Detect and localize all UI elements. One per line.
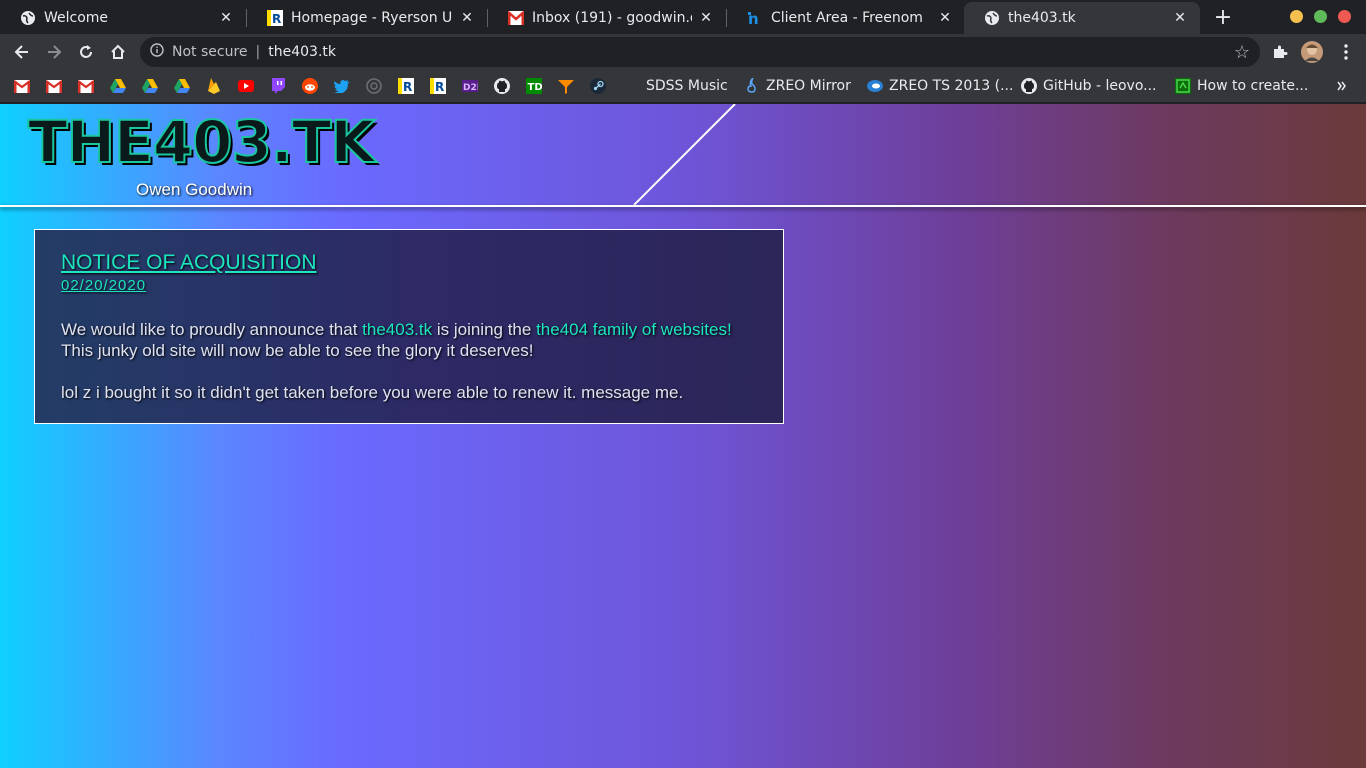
info-icon[interactable]	[150, 43, 164, 61]
post-paragraph: lol z i bought it so it didn't get taken…	[61, 383, 684, 402]
gmail-icon	[508, 10, 524, 26]
youtube-icon[interactable]	[238, 78, 254, 94]
teamspeak-icon	[867, 78, 883, 94]
post-text: is joining the	[432, 320, 537, 339]
bookmark-label: ZREO TS 2013 (...	[889, 78, 1014, 94]
close-icon[interactable]: ✕	[1172, 10, 1188, 26]
close-icon[interactable]: ✕	[698, 10, 714, 26]
gmail-icon[interactable]	[46, 78, 62, 94]
url-text[interactable]: the403.tk	[268, 44, 336, 60]
tab-title: Homepage - Ryerson Un	[291, 10, 453, 26]
the404-family-link[interactable]: the404 family of websites!	[536, 320, 732, 339]
bookmark-zreo-mirror[interactable]: ZREO Mirror	[744, 76, 851, 96]
post-paragraph: We would like to proudly announce that t…	[61, 319, 757, 361]
bookmark-github[interactable]: GitHub - leovo...	[1021, 76, 1157, 96]
d2l-icon[interactable]: D2L	[462, 78, 478, 94]
tab-gmail[interactable]: Inbox (191) - goodwin.owe ✕	[488, 2, 726, 34]
security-status[interactable]: Not secure	[172, 44, 248, 60]
ryerson-icon[interactable]: R	[398, 78, 414, 94]
bookmark-label: How to create...	[1197, 78, 1309, 94]
tab-title: Welcome	[44, 10, 109, 26]
address-bar[interactable]: Not secure | the403.tk ☆	[140, 37, 1260, 67]
home-button[interactable]	[106, 40, 130, 64]
tab-ryerson[interactable]: R Homepage - Ryerson Un ✕	[247, 2, 487, 34]
tab-strip: Welcome ✕ R Homepage - Ryerson Un ✕ Inbo…	[0, 0, 1366, 34]
post-text: We would like to proudly announce that	[61, 320, 363, 339]
steam-icon[interactable]	[590, 78, 606, 94]
minimize-button[interactable]	[1290, 10, 1303, 23]
back-button[interactable]	[10, 40, 34, 64]
drive-icon[interactable]	[110, 78, 126, 94]
header-divider	[0, 205, 1366, 207]
tab-title: Client Area - Freenom	[771, 10, 923, 26]
github-icon	[1021, 78, 1037, 94]
close-icon[interactable]: ✕	[937, 10, 953, 26]
freenom-icon: n	[747, 10, 763, 26]
svg-text:D2L: D2L	[463, 83, 478, 92]
close-window-button[interactable]	[1338, 10, 1351, 23]
github-icon[interactable]	[494, 78, 510, 94]
music-icon	[744, 78, 760, 94]
tab-title: the403.tk	[1008, 10, 1076, 26]
site-author: Owen Goodwin	[136, 180, 253, 199]
td-icon[interactable]: TD	[526, 78, 542, 94]
post-text: This junky old site will now be able to …	[61, 341, 534, 360]
svg-text:TD: TD	[528, 82, 543, 93]
bookmark-label: SDSS Music	[646, 78, 728, 94]
tab-welcome[interactable]: Welcome ✕	[0, 2, 246, 34]
bookmark-how-to-create[interactable]: How to create...	[1175, 76, 1308, 96]
tab-the403[interactable]: the403.tk ✕	[964, 2, 1200, 34]
profile-avatar[interactable]	[1300, 40, 1324, 64]
post-card: NOTICE OF ACQUISITION 02/20/2020 We woul…	[34, 229, 784, 424]
twitter-icon[interactable]	[334, 78, 350, 94]
maximize-button[interactable]	[1314, 10, 1327, 23]
web-page: THE403.TK Owen Goodwin NOTICE OF ACQUISI…	[0, 104, 1366, 768]
bookmark-label: ZREO Mirror	[766, 78, 851, 94]
ryerson-icon[interactable]: R	[430, 78, 446, 94]
bookmark-zreo-ts[interactable]: ZREO TS 2013 (...	[867, 76, 1013, 96]
tab-title: Inbox (191) - goodwin.owe	[532, 10, 692, 26]
browser-toolbar: Not secure | the403.tk ☆	[0, 34, 1366, 70]
menu-icon[interactable]	[1334, 40, 1358, 64]
the403-link[interactable]: the403.tk	[362, 320, 432, 339]
openai-icon[interactable]	[366, 78, 382, 94]
more-bookmarks-icon[interactable]	[1337, 76, 1347, 96]
svg-text:R: R	[435, 80, 444, 94]
gmail-icon[interactable]	[14, 78, 30, 94]
globe-icon	[984, 10, 1000, 26]
reload-button[interactable]	[74, 40, 98, 64]
svg-text:R: R	[272, 12, 281, 26]
drive-icon[interactable]	[174, 78, 190, 94]
gmail-icon[interactable]	[78, 78, 94, 94]
bookmark-sdss-music[interactable]: SDSS Music	[646, 76, 728, 96]
close-icon[interactable]: ✕	[459, 10, 475, 26]
twitch-icon[interactable]	[270, 78, 286, 94]
extensions-icon[interactable]	[1268, 40, 1292, 64]
reddit-icon[interactable]	[302, 78, 318, 94]
firebase-icon[interactable]	[206, 78, 222, 94]
tab-freenom[interactable]: n Client Area - Freenom ✕	[727, 2, 965, 34]
svg-text:R: R	[403, 80, 412, 94]
globe-icon	[20, 10, 36, 26]
forward-button[interactable]	[42, 40, 66, 64]
post-date[interactable]: 02/20/2020	[61, 276, 757, 296]
drive-icon[interactable]	[142, 78, 158, 94]
site-logo[interactable]: THE403.TK	[27, 111, 376, 173]
bookmark-label: GitHub - leovo...	[1043, 78, 1157, 94]
ifttt-icon[interactable]	[558, 78, 574, 94]
url-divider: |	[255, 44, 261, 60]
close-icon[interactable]: ✕	[218, 10, 234, 26]
bookmarks-bar: R R D2L TD SDSS Music ZREO Mirror ZREO T…	[0, 70, 1366, 103]
post-title[interactable]: NOTICE OF ACQUISITION	[61, 250, 757, 276]
new-tab-button[interactable]: +	[1211, 5, 1235, 30]
ryerson-icon: R	[267, 10, 283, 26]
bookmark-star-icon[interactable]: ☆	[1234, 42, 1250, 63]
android-icon	[1175, 78, 1191, 94]
